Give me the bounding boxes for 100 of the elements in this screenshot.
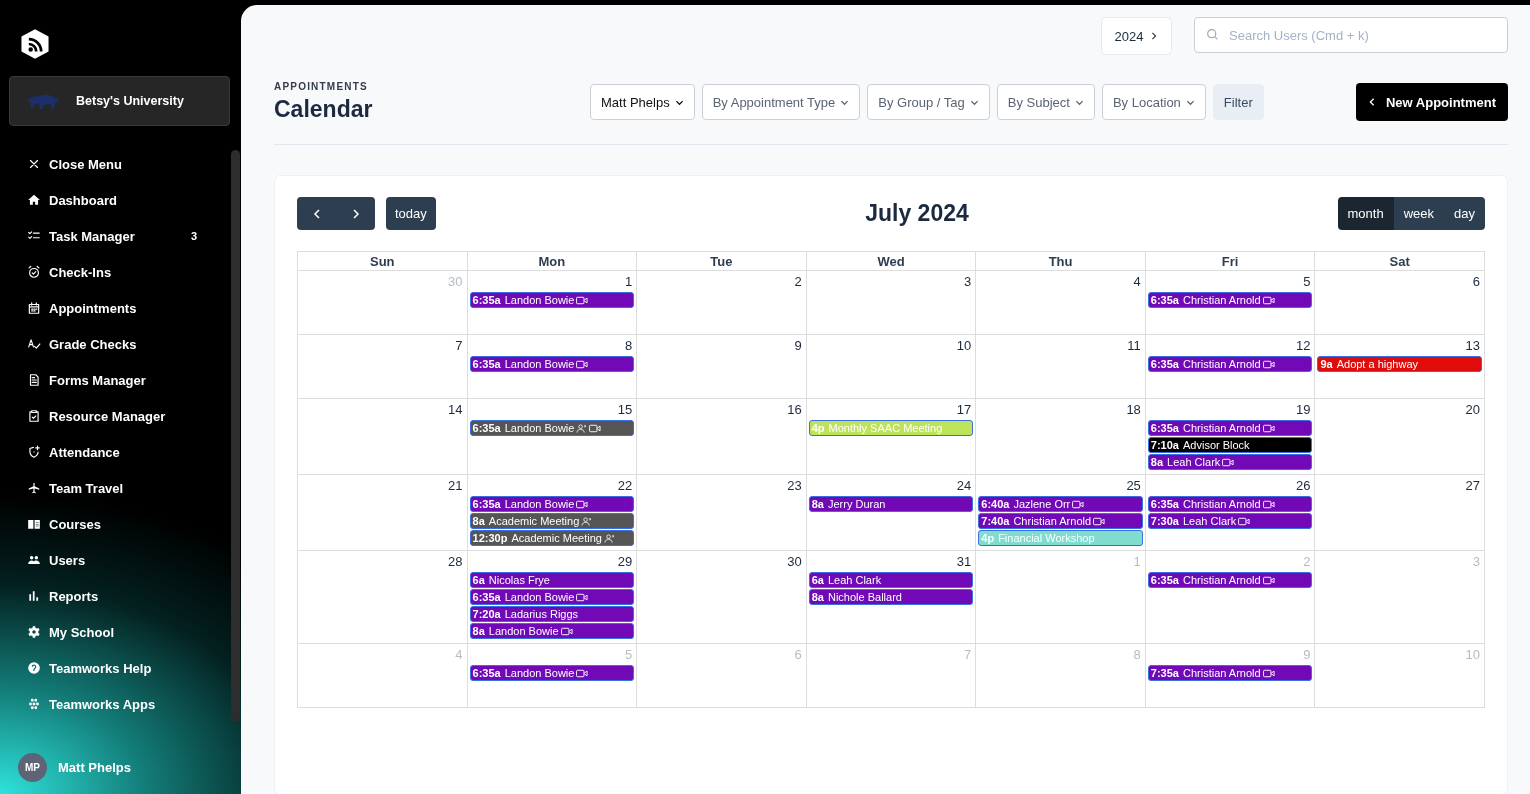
day-number[interactable]: 23	[787, 475, 806, 496]
filter-dropdown[interactable]: By Subject	[996, 84, 1095, 120]
previous-button[interactable]	[297, 197, 336, 230]
filter-button[interactable]: Filter	[1212, 84, 1264, 120]
event[interactable]: 6:35a Christian Arnold	[1147, 572, 1313, 588]
event[interactable]: 6:35a Christian Arnold	[1147, 292, 1313, 308]
day-number[interactable]: 15	[617, 399, 637, 420]
event[interactable]: 6:35a Landon Bowie	[469, 356, 635, 372]
airplane-icon	[27, 481, 41, 495]
nav-item[interactable]: Check-Ins	[0, 254, 241, 290]
nav-item[interactable]: Reports	[0, 578, 241, 614]
nav-item[interactable]: Dashboard	[0, 182, 241, 218]
event[interactable]: 6a Leah Clark	[808, 572, 974, 588]
nav-item[interactable]: Courses	[0, 506, 241, 542]
day-number[interactable]: 24	[956, 475, 976, 496]
day-number[interactable]: 9	[794, 335, 806, 356]
view-tab[interactable]: week	[1393, 197, 1445, 230]
nav-item[interactable]: Close Menu	[0, 146, 241, 182]
event[interactable]: 7:20a Ladarius Riggs	[469, 606, 635, 622]
day-number[interactable]: 1	[624, 271, 637, 292]
day-number[interactable]: 18	[1126, 399, 1145, 420]
event[interactable]: 8a Leah Clark	[1147, 454, 1313, 470]
nav-item[interactable]: Teamworks Help	[0, 650, 241, 686]
filter-dropdown[interactable]: By Location	[1101, 84, 1206, 120]
users-icon	[27, 553, 41, 567]
scrollbar[interactable]	[231, 150, 240, 722]
nav-item[interactable]: Team Travel	[0, 470, 241, 506]
day-number[interactable]: 21	[448, 475, 467, 496]
day-number[interactable]: 4	[1133, 271, 1145, 292]
event[interactable]: 6:35a Christian Arnold	[1147, 420, 1313, 436]
user-profile[interactable]: MP Matt Phelps	[0, 753, 241, 782]
filter-dropdown[interactable]: By Group / Tag	[867, 84, 990, 120]
apps-icon	[27, 697, 41, 711]
view-tab[interactable]: month	[1337, 197, 1394, 230]
event[interactable]: 6:35a Christian Arnold	[1147, 496, 1313, 512]
day-number[interactable]: 25	[1126, 475, 1145, 496]
event[interactable]: 8a Nichole Ballard	[808, 589, 974, 605]
event[interactable]: 6:35a Landon Bowie	[469, 665, 635, 681]
day-number[interactable]: 30	[787, 551, 806, 572]
day-number[interactable]: 2	[794, 271, 806, 292]
calendar-icon	[27, 301, 41, 315]
view-tab[interactable]: day	[1444, 197, 1485, 230]
university-switcher[interactable]: Betsy's University	[9, 76, 230, 126]
event[interactable]: 6a Nicolas Frye	[469, 572, 635, 588]
event[interactable]: 6:35a Landon Bowie	[469, 292, 635, 308]
day-number[interactable]: 3	[964, 271, 976, 292]
event[interactable]: 8a Landon Bowie	[469, 623, 635, 639]
day-number[interactable]: 29	[617, 551, 637, 572]
year-button[interactable]: 2024	[1101, 17, 1172, 55]
event[interactable]: 7:10a Advisor Block	[1147, 437, 1313, 453]
nav-item[interactable]: My School	[0, 614, 241, 650]
event[interactable]: 6:35a Landon Bowie	[469, 420, 635, 436]
day-number[interactable]: 12	[1295, 335, 1315, 356]
nav-item[interactable]: Teamworks Apps	[0, 686, 241, 722]
nav-item[interactable]: Resource Manager	[0, 398, 241, 434]
chevron-right-icon	[350, 208, 361, 219]
day-number[interactable]: 11	[1127, 335, 1145, 356]
day-number[interactable]: 19	[1295, 399, 1315, 420]
weekday-header: Fri	[1145, 252, 1316, 271]
event[interactable]: 7:40a Christian Arnold	[978, 513, 1143, 529]
search-field[interactable]: Search Users (Cmd + k)	[1194, 17, 1508, 53]
filter-dropdown[interactable]: Matt Phelps	[590, 84, 695, 120]
nav-item[interactable]: Grade Checks	[0, 326, 241, 362]
event[interactable]: 12:30p Academic Meeting	[469, 530, 635, 546]
next-button[interactable]	[336, 197, 375, 230]
day-number[interactable]: 28	[448, 551, 467, 572]
nav-item[interactable]: Forms Manager	[0, 362, 241, 398]
day-number[interactable]: 27	[1465, 475, 1484, 496]
day-number[interactable]: 6	[1472, 271, 1484, 292]
day-number[interactable]: 16	[787, 399, 806, 420]
new-appointment-button[interactable]: New Appointment	[1356, 83, 1508, 121]
day-number[interactable]: 20	[1465, 399, 1484, 420]
day-number[interactable]: 26	[1295, 475, 1315, 496]
filter-dropdown[interactable]: By Appointment Type	[701, 84, 861, 120]
nav-item[interactable]: Appointments	[0, 290, 241, 326]
day-number[interactable]: 13	[1465, 335, 1484, 356]
event[interactable]: 8a Jerry Duran	[808, 496, 974, 512]
event[interactable]: 7:35a Christian Arnold	[1147, 665, 1313, 681]
event[interactable]: 6:35a Landon Bowie	[469, 496, 635, 512]
day-number[interactable]: 5	[1303, 271, 1315, 292]
event[interactable]: 6:40a Jazlene Orr	[978, 496, 1143, 512]
event[interactable]: 8a Academic Meeting	[469, 513, 635, 529]
day-number[interactable]: 31	[956, 551, 976, 572]
day-number[interactable]: 10	[956, 335, 976, 356]
nav-item[interactable]: Task Manager 3	[0, 218, 241, 254]
logo-icon[interactable]	[20, 28, 50, 60]
close-icon	[27, 157, 41, 171]
nav-item[interactable]: Users	[0, 542, 241, 578]
day-number[interactable]: 8	[624, 335, 637, 356]
event[interactable]: 9a Adopt a highway	[1317, 356, 1482, 372]
today-button[interactable]: today	[386, 197, 436, 230]
event[interactable]: 7:30a Leah Clark	[1147, 513, 1313, 529]
day-number[interactable]: 7	[455, 335, 467, 356]
nav-item[interactable]: Attendance	[0, 434, 241, 470]
day-number[interactable]: 17	[956, 399, 976, 420]
avatar: MP	[18, 753, 47, 782]
day-number[interactable]: 22	[617, 475, 637, 496]
day-number[interactable]: 14	[448, 399, 467, 420]
event[interactable]: 6:35a Christian Arnold	[1147, 356, 1313, 372]
event[interactable]: 6:35a Landon Bowie	[469, 589, 635, 605]
